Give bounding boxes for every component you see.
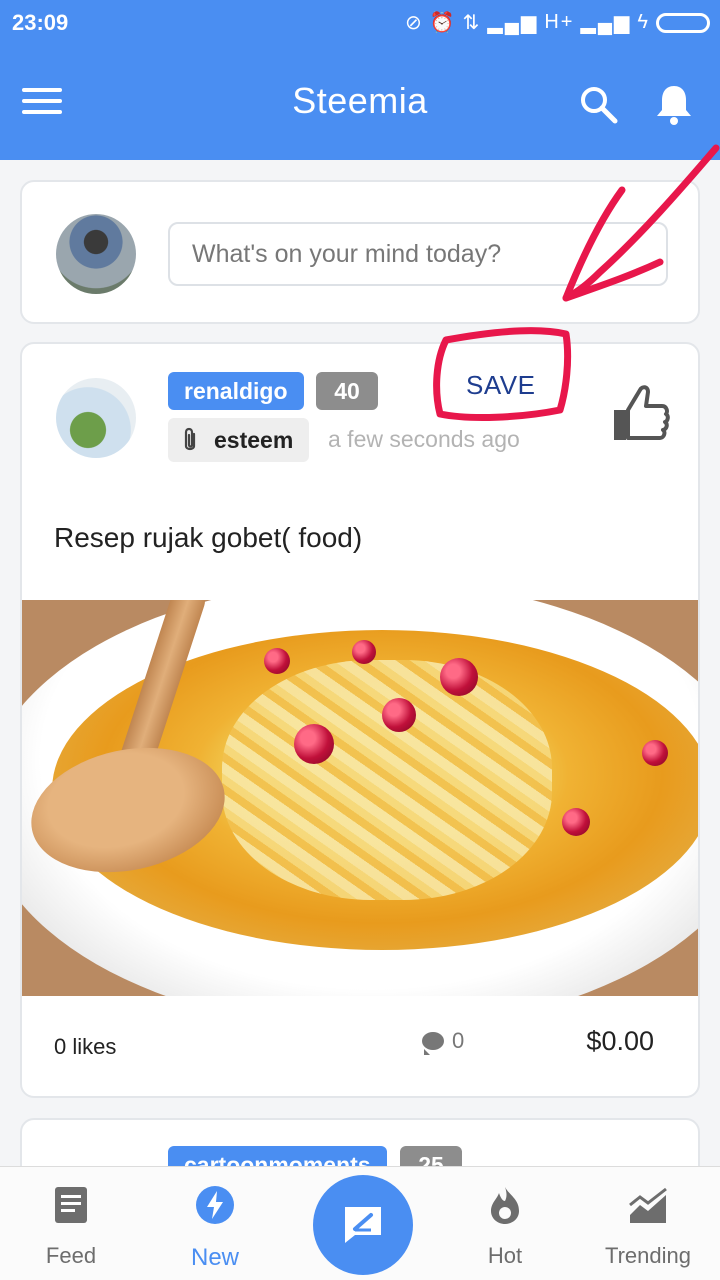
post-input-placeholder: What's on your mind today? [192, 239, 502, 268]
thumbs-up-icon[interactable] [610, 382, 670, 444]
nav-feed-label: Feed [45, 1243, 97, 1268]
post-title[interactable]: Resep rujak gobet( food) [54, 522, 362, 554]
data-transfer-icon: ⇅ [462, 12, 482, 34]
nav-trending[interactable]: Trending [580, 1185, 716, 1269]
author-avatar[interactable] [56, 378, 136, 458]
likes-count[interactable]: 0 likes [54, 1034, 116, 1060]
signal-icon: ▂▄▆ [580, 12, 632, 34]
app-bar: Steemia [0, 50, 720, 160]
charging-icon: ϟ [637, 11, 650, 33]
lightning-icon [196, 1186, 234, 1224]
signal-icon: ▂▄▆ [487, 12, 539, 34]
bell-icon[interactable] [654, 82, 694, 126]
nav-new[interactable]: New [150, 1185, 280, 1272]
nav-feed[interactable]: Feed [6, 1185, 136, 1269]
battery-icon [656, 12, 710, 33]
compose-icon [345, 1207, 381, 1243]
status-time: 23:09 [12, 10, 69, 35]
app-tag: esteem [168, 418, 310, 462]
post-footer: 0 likes 0 $0.00 [22, 996, 698, 1096]
post-input[interactable]: What's on your mind today? [168, 222, 668, 286]
bottom-nav: Feed New Hot Trending [0, 1166, 720, 1280]
author-badge[interactable]: renaldigo [168, 372, 304, 410]
post-image[interactable] [22, 600, 698, 996]
search-icon[interactable] [578, 84, 618, 124]
avatar[interactable] [56, 214, 136, 294]
trending-chart-icon [629, 1187, 667, 1223]
payout-value: $0.00 [586, 1026, 654, 1056]
comment-icon [422, 1032, 444, 1055]
top-bar: 23:09 ⊘ ⏰ ⇅ ▂▄▆ H+ ▂▄▆ ϟ Steemia [0, 0, 720, 160]
flame-icon [491, 1187, 519, 1224]
compose-button[interactable] [313, 1175, 413, 1275]
nav-new-label: New [190, 1244, 239, 1271]
app-name: esteem [214, 426, 294, 453]
comments-count[interactable]: 0 [422, 1028, 465, 1055]
comments-value: 0 [452, 1028, 465, 1053]
status-icons: ⊘ ⏰ ⇅ ▂▄▆ H+ ▂▄▆ ϟ [405, 10, 710, 35]
feed-icon [55, 1187, 87, 1223]
reputation-badge: 40 [316, 372, 378, 410]
save-label: SAVE [466, 370, 536, 400]
nav-hot[interactable]: Hot [440, 1185, 570, 1269]
alarm-icon: ⏰ [429, 12, 457, 34]
composer-card: What's on your mind today? [20, 180, 700, 324]
post-card: renaldigo 40 SAVE esteem a few seconds a… [20, 342, 700, 1098]
nav-hot-label: Hot [487, 1243, 523, 1268]
nav-trending-label: Trending [604, 1243, 691, 1268]
status-bar: 23:09 ⊘ ⏰ ⇅ ▂▄▆ H+ ▂▄▆ ϟ [0, 0, 720, 50]
vibrate-off-icon: ⊘ [404, 12, 424, 34]
network-type-label: H+ [544, 11, 575, 33]
post-time: a few seconds ago [328, 426, 520, 452]
paperclip-icon [184, 427, 196, 451]
